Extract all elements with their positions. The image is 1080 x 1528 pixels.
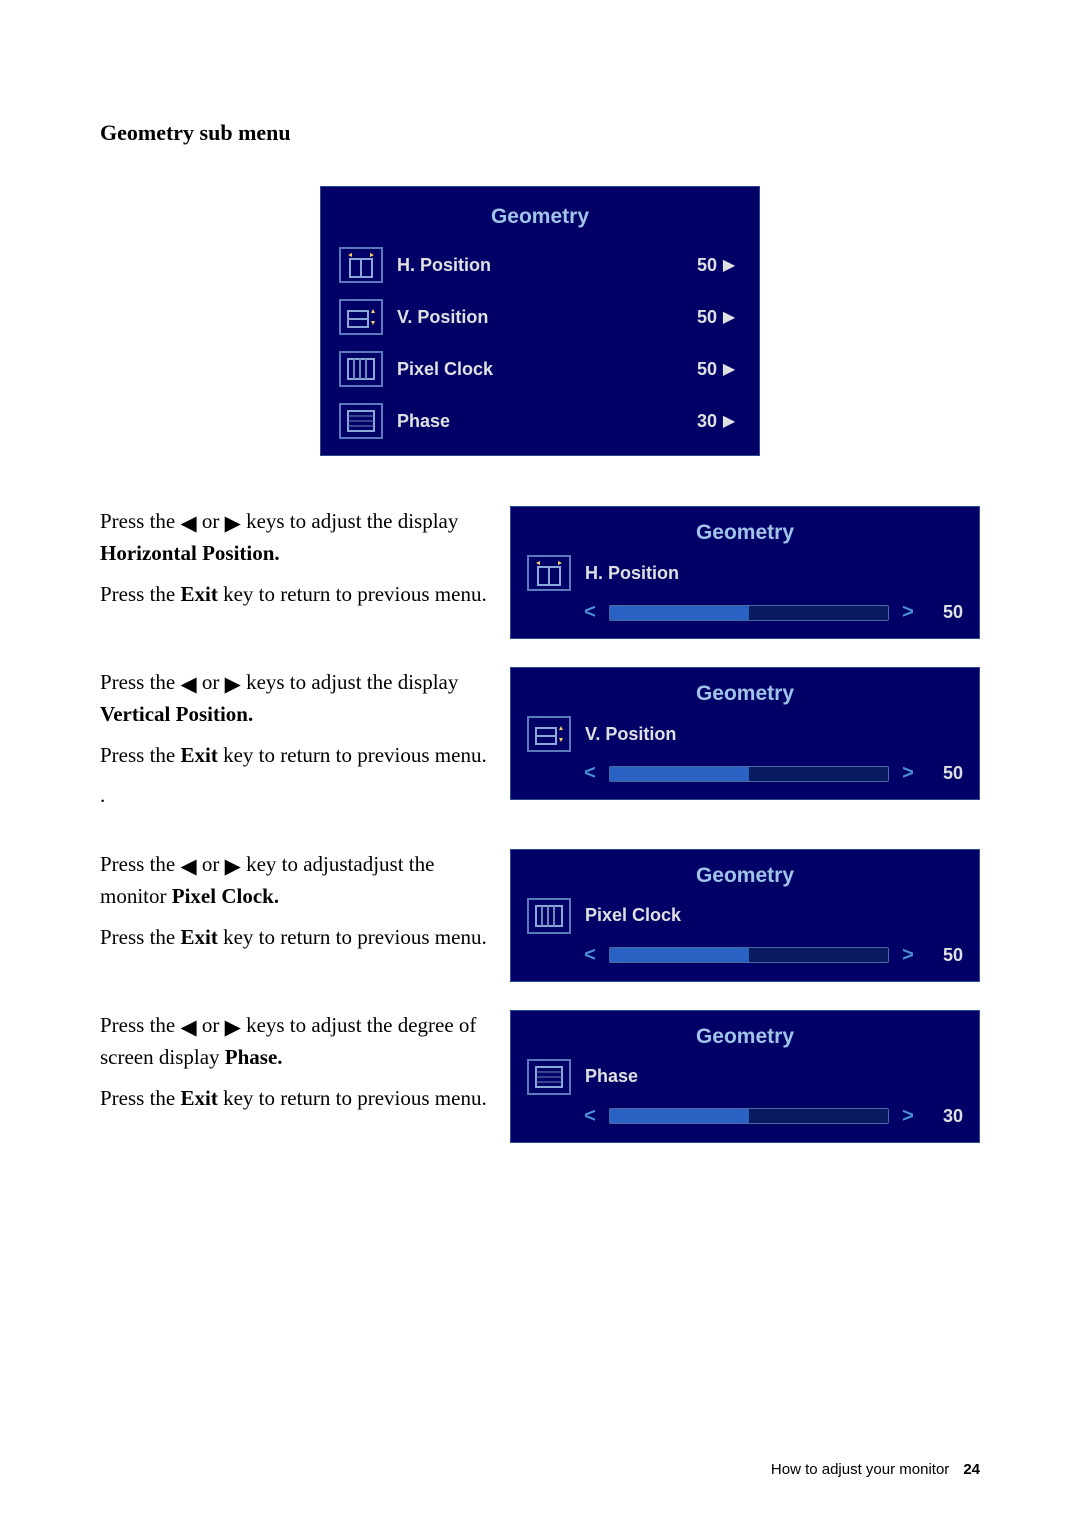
osd-title: Geometry: [517, 674, 973, 712]
hpos-icon: [339, 247, 383, 283]
slider-track[interactable]: [609, 766, 889, 782]
chevron-right-icon[interactable]: >: [899, 762, 917, 785]
osd-pixelclock-slider-panel: Geometry Pixel Clock < > 50: [510, 849, 980, 982]
chevron-right-icon: ▶: [717, 307, 741, 327]
chevron-right-icon[interactable]: >: [899, 944, 917, 967]
osd-sublabel: H. Position: [585, 563, 679, 584]
instruction-text-phase: Press the ◀ or ▶ keys to adjust the degr…: [100, 1010, 510, 1123]
slider-track[interactable]: [609, 605, 889, 621]
chevron-left-icon[interactable]: <: [581, 762, 599, 785]
osd-title: Geometry: [329, 195, 751, 239]
osd-value: 30: [681, 411, 717, 432]
osd-sublabel: V. Position: [585, 724, 676, 745]
triangle-right-icon: ▶: [225, 669, 241, 699]
slider-track[interactable]: [609, 947, 889, 963]
instruction-text-vposition: Press the ◀ or ▶ keys to adjust the disp…: [100, 667, 510, 821]
section-heading: Geometry sub menu: [100, 120, 980, 146]
osd-label: V. Position: [397, 307, 681, 328]
osd-row-pixelclock[interactable]: Pixel Clock 50 ▶: [329, 343, 751, 395]
osd-row-vposition[interactable]: V. Position 50 ▶: [329, 291, 751, 343]
osd-sublabel: Phase: [585, 1066, 638, 1087]
hpos-icon: [527, 555, 571, 591]
slider-value: 50: [927, 945, 963, 966]
chevron-right-icon[interactable]: >: [899, 1105, 917, 1128]
vpos-icon: [527, 716, 571, 752]
osd-label: Pixel Clock: [397, 359, 681, 380]
osd-sublabel: Pixel Clock: [585, 905, 681, 926]
osd-title: Geometry: [517, 856, 973, 894]
page-footer: How to adjust your monitor24: [771, 1461, 980, 1478]
slider-value: 50: [927, 763, 963, 784]
osd-row-phase[interactable]: Phase 30 ▶: [329, 395, 751, 447]
triangle-left-icon: ◀: [181, 508, 197, 538]
vpos-icon: [339, 299, 383, 335]
osd-title: Geometry: [517, 513, 973, 551]
phase-icon: [527, 1059, 571, 1095]
chevron-left-icon[interactable]: <: [581, 1105, 599, 1128]
triangle-left-icon: ◀: [181, 669, 197, 699]
pixelclock-icon: [527, 898, 571, 934]
osd-label: Phase: [397, 411, 681, 432]
osd-value: 50: [681, 307, 717, 328]
pixelclock-icon: [339, 351, 383, 387]
instruction-text-hposition: Press the ◀ or ▶ keys to adjust the disp…: [100, 506, 510, 619]
slider-value: 50: [927, 602, 963, 623]
chevron-left-icon[interactable]: <: [581, 944, 599, 967]
osd-value: 50: [681, 255, 717, 276]
triangle-right-icon: ▶: [225, 508, 241, 538]
chevron-right-icon: ▶: [717, 255, 741, 275]
slider-track[interactable]: [609, 1108, 889, 1124]
chevron-right-icon[interactable]: >: [899, 601, 917, 624]
slider-value: 30: [927, 1106, 963, 1127]
osd-geometry-panel: Geometry H. Position 50 ▶ V. Position 50…: [320, 186, 760, 456]
osd-row-hposition[interactable]: H. Position 50 ▶: [329, 239, 751, 291]
osd-title: Geometry: [517, 1017, 973, 1055]
phase-icon: [339, 403, 383, 439]
triangle-left-icon: ◀: [181, 1012, 197, 1042]
instruction-text-pixelclock: Press the ◀ or ▶ key to adjustadjust the…: [100, 849, 510, 962]
triangle-left-icon: ◀: [181, 851, 197, 881]
osd-hposition-slider-panel: Geometry H. Position < > 50: [510, 506, 980, 639]
osd-value: 50: [681, 359, 717, 380]
triangle-right-icon: ▶: [225, 1012, 241, 1042]
triangle-right-icon: ▶: [225, 851, 241, 881]
osd-label: H. Position: [397, 255, 681, 276]
chevron-right-icon: ▶: [717, 359, 741, 379]
osd-phase-slider-panel: Geometry Phase < > 30: [510, 1010, 980, 1143]
chevron-right-icon: ▶: [717, 411, 741, 431]
osd-vposition-slider-panel: Geometry V. Position < > 50: [510, 667, 980, 800]
chevron-left-icon[interactable]: <: [581, 601, 599, 624]
